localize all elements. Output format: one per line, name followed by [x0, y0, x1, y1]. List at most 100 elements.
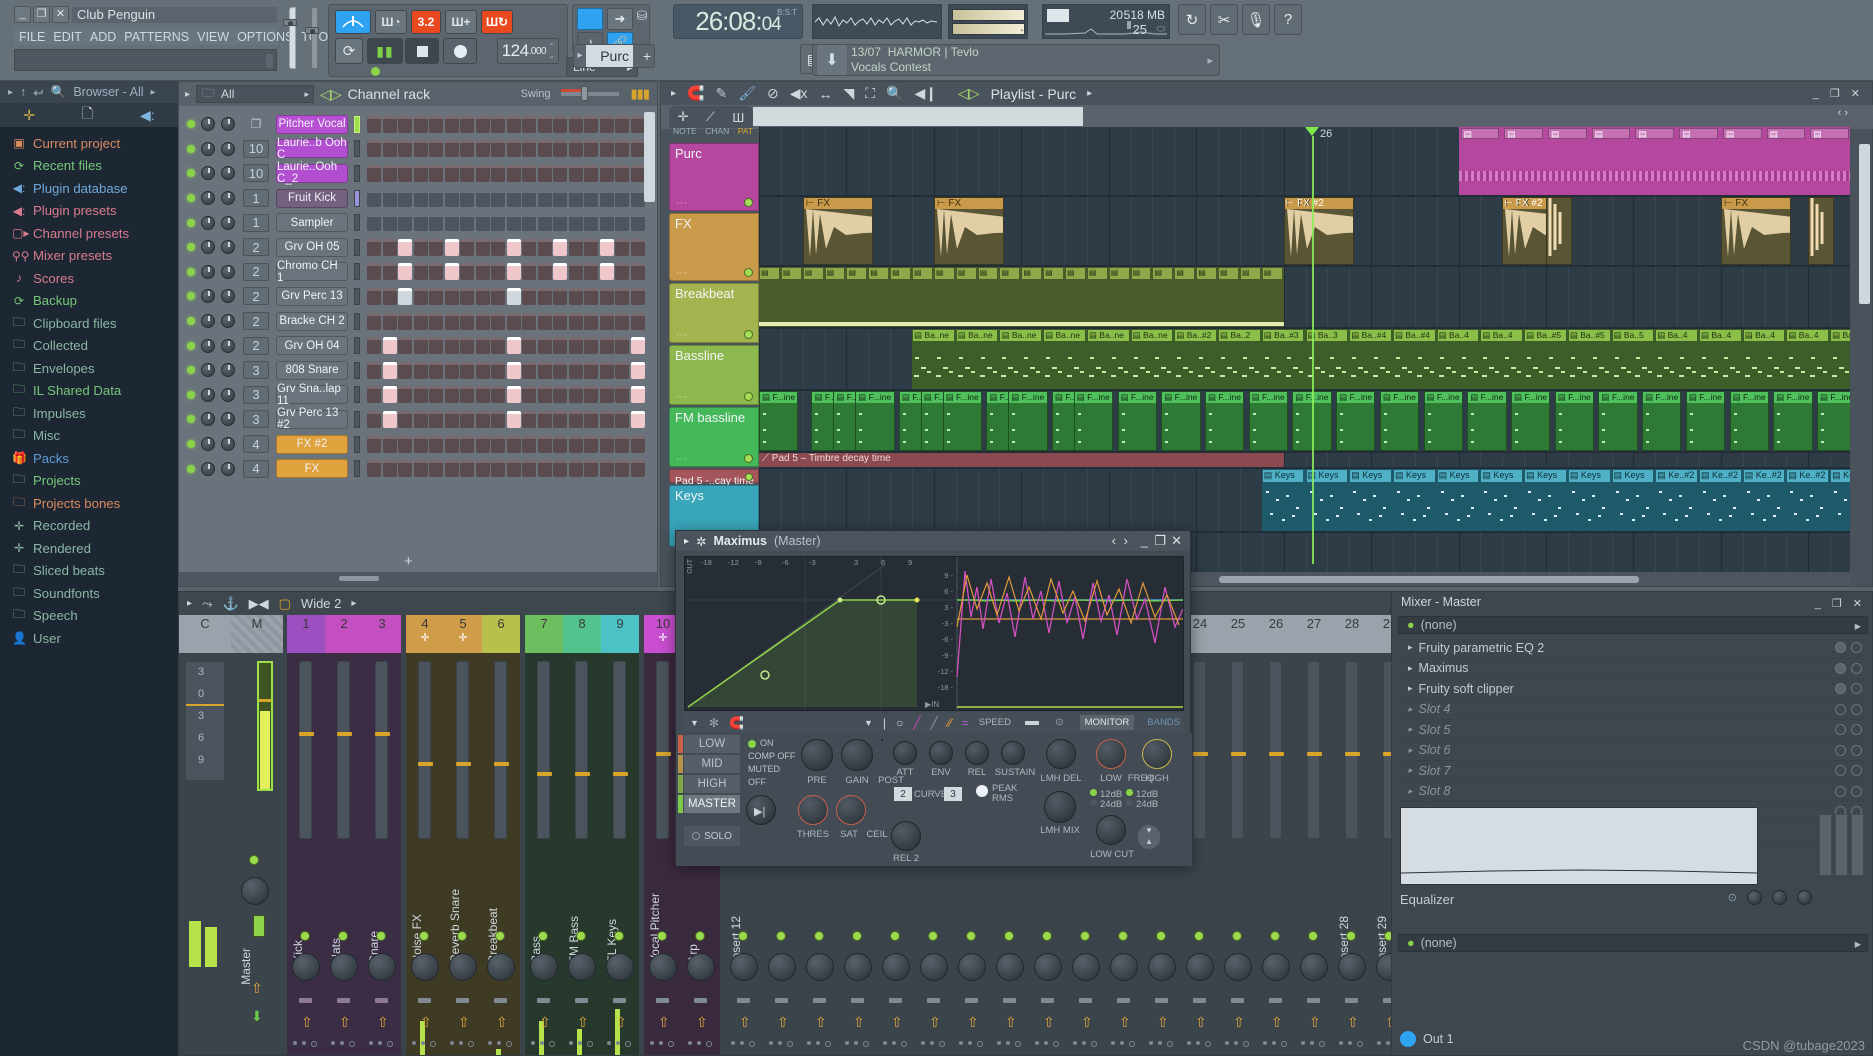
playlist-clip[interactable]: ▤ F...ine — [943, 391, 982, 451]
channel-rack-menu-icon[interactable]: ▸ — [185, 89, 190, 100]
step-button[interactable] — [429, 386, 443, 403]
step-sequencer-row[interactable] — [367, 386, 645, 403]
step-button[interactable] — [445, 140, 459, 157]
mixer-fader[interactable] — [1231, 661, 1244, 839]
fx-slot-led[interactable] — [1835, 765, 1846, 776]
clip-label[interactable]: ▤ — [1110, 268, 1129, 279]
step-button[interactable] — [398, 140, 412, 157]
step-sequencer-row[interactable] — [367, 411, 645, 428]
fx-slot-led[interactable] — [1835, 642, 1846, 653]
step-button[interactable] — [383, 165, 397, 182]
step-button[interactable] — [569, 263, 583, 280]
step-button[interactable] — [367, 288, 381, 305]
step-button[interactable] — [383, 140, 397, 157]
playlist-clip[interactable]: ▤ F...ine — [855, 391, 894, 451]
db24-a-led[interactable] — [1090, 799, 1097, 806]
step-button[interactable] — [507, 239, 521, 256]
clip-label[interactable]: ▤ Ba..#5 — [1525, 330, 1566, 341]
step-button[interactable] — [429, 411, 443, 428]
step-button[interactable] — [631, 386, 645, 403]
clip-label[interactable]: ▤ — [826, 268, 845, 279]
step-button[interactable] — [367, 313, 381, 330]
step-button[interactable] — [491, 386, 505, 403]
menu-view[interactable]: VIEW — [197, 30, 229, 44]
step-button[interactable] — [584, 386, 598, 403]
typing-keyboard-icon[interactable] — [577, 8, 603, 30]
clip-label[interactable]: ▤ Ba..#5 — [1569, 330, 1610, 341]
step-button[interactable] — [584, 436, 598, 453]
step-button[interactable] — [522, 436, 536, 453]
channel-enable-led[interactable] — [187, 440, 195, 448]
peak-rms-toggle[interactable] — [976, 785, 988, 797]
fx-slot-mix-knob[interactable] — [1851, 745, 1862, 756]
clip-label[interactable]: ▤ — [847, 268, 866, 279]
step-button[interactable] — [429, 263, 443, 280]
maximus-slope-pink-icon[interactable]: ╱ — [913, 716, 920, 730]
channel-volume-knob[interactable] — [221, 191, 235, 205]
step-button[interactable] — [600, 116, 614, 133]
channel-name-button[interactable]: Grv Sna..lap 11 — [276, 385, 348, 404]
step-button[interactable] — [445, 116, 459, 133]
playlist-clip[interactable]: ▤ F...ine — [1336, 391, 1375, 451]
step-sequencer-row[interactable] — [367, 214, 645, 231]
browser-item-projects[interactable]: 🗀Projects — [0, 470, 178, 493]
maximus-mode-menu-icon[interactable]: ▼ — [864, 718, 873, 728]
step-button[interactable] — [507, 288, 521, 305]
step-button[interactable] — [600, 386, 614, 403]
playlist-clip[interactable]: ▤ F...ine — [1730, 391, 1769, 451]
step-button[interactable] — [615, 337, 629, 354]
step-button[interactable] — [383, 214, 397, 231]
step-button[interactable] — [429, 190, 443, 207]
pattern-mode-button[interactable] — [335, 10, 371, 34]
news-panel[interactable]: ⬇ 13/07 HARMOR | Tevlo Vocals Contest ▸ — [812, 44, 1220, 76]
channel-name-button[interactable]: FX — [276, 459, 348, 478]
playlist-search-field[interactable] — [753, 107, 1083, 126]
browser-item-user[interactable]: 👤User — [0, 627, 178, 650]
step-button[interactable] — [491, 239, 505, 256]
step-button[interactable] — [491, 313, 505, 330]
playlist-clip[interactable]: ▤ F...ine — [1686, 391, 1725, 451]
clip-label[interactable]: ▤ Keys — [1394, 470, 1435, 482]
step-button[interactable] — [631, 362, 645, 379]
draw-tool-icon[interactable]: ✎ — [715, 85, 727, 102]
channel-pan-knob[interactable] — [201, 240, 215, 254]
browser-item-soundfonts[interactable]: 🗀Soundfonts — [0, 582, 178, 605]
playlist-track-header[interactable]: FM bassline··· — [669, 407, 759, 467]
maximus-circle-icon[interactable]: ○ — [896, 716, 903, 730]
browser-item-plugin-presets[interactable]: ◀:Plugin presets — [0, 200, 178, 223]
maximus-bands-tab[interactable]: BANDS — [1147, 717, 1184, 728]
channel-enable-led[interactable] — [187, 219, 195, 227]
step-button[interactable] — [491, 263, 505, 280]
browser-item-misc[interactable]: 🗀Misc — [0, 425, 178, 448]
fx-slot-mix-knob[interactable] — [1851, 663, 1862, 674]
clip-label[interactable]: ▤ Ba..5 — [1613, 330, 1654, 341]
mixer-strip-2[interactable]: 2Hats⇧ — [325, 615, 363, 1055]
channel-volume-knob[interactable] — [221, 265, 235, 279]
step-sequencer-row[interactable] — [367, 362, 645, 379]
channel-mixer-track[interactable]: 2 — [243, 263, 269, 281]
step-button[interactable] — [600, 263, 614, 280]
step-button[interactable] — [553, 165, 567, 182]
playlist-clip[interactable]: ▤ — [1810, 128, 1849, 139]
playlist-clip[interactable]: ▤ — [1504, 128, 1543, 139]
maximus-next-preset[interactable]: › — [1124, 533, 1128, 548]
step-button[interactable] — [615, 140, 629, 157]
step-button[interactable] — [476, 190, 490, 207]
step-button[interactable] — [460, 436, 474, 453]
mixer-strip-25[interactable]: 25⇧ — [1219, 615, 1257, 1055]
clip-label[interactable]: ▤ Ba..4 — [1700, 330, 1741, 341]
step-button[interactable] — [600, 140, 614, 157]
clip-label[interactable]: ▤ Keys — [1481, 470, 1522, 482]
channel-filter-select[interactable]: 🗀 All ▸ — [196, 85, 314, 103]
loop-toggle-button[interactable]: ⟳ — [335, 38, 363, 64]
step-button[interactable] — [631, 288, 645, 305]
channel-pan-knob[interactable] — [201, 166, 215, 180]
channel-pan-knob[interactable] — [201, 412, 215, 426]
step-button[interactable] — [553, 214, 567, 231]
browser-back-icon[interactable]: ↩ — [33, 85, 43, 100]
step-button[interactable] — [507, 116, 521, 133]
channel-row[interactable]: 10Laurie..b Ooh C — [179, 137, 645, 162]
step-button[interactable] — [398, 288, 412, 305]
playlist-track-header[interactable]: Breakbeat··· — [669, 283, 759, 343]
rel2-knob[interactable] — [891, 821, 921, 851]
